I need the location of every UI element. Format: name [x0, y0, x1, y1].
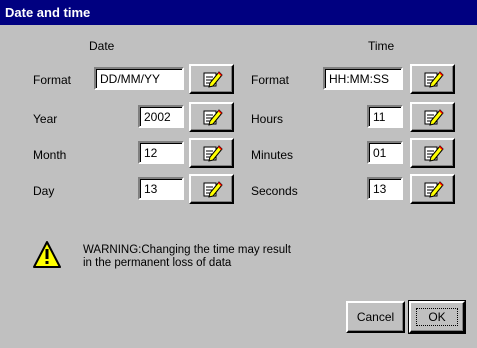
time-minutes-edit-button[interactable] [410, 138, 455, 168]
warning-message: WARNING:Changing the time may result in … [83, 244, 291, 270]
date-format-label: Format [33, 73, 72, 87]
window-title: Date and time [0, 0, 477, 25]
warning-triangle-icon [33, 241, 61, 268]
edit-pencil-icon [203, 109, 223, 126]
date-month-field[interactable]: 12 [138, 141, 184, 164]
date-day-label: Day [33, 184, 55, 198]
edit-pencil-icon [203, 145, 223, 162]
date-year-edit-button[interactable] [189, 102, 234, 132]
time-minutes-field[interactable]: 01 [367, 141, 403, 164]
time-hours-edit-button[interactable] [410, 102, 455, 132]
cancel-button[interactable]: Cancel [346, 301, 405, 333]
time-format-field[interactable]: HH:MM:SS [323, 67, 403, 90]
warning-line-2: in the permanent loss of data [83, 257, 232, 269]
date-format-edit-button[interactable] [189, 64, 234, 94]
ok-button-label: OK [428, 310, 446, 324]
edit-pencil-icon [424, 181, 444, 198]
edit-pencil-icon [203, 181, 223, 198]
date-day-field[interactable]: 13 [138, 177, 184, 200]
time-seconds-field[interactable]: 13 [367, 177, 403, 200]
ok-button[interactable]: OK [408, 300, 466, 334]
time-heading: Time [368, 39, 395, 53]
time-minutes-label: Minutes [251, 148, 294, 162]
date-day-edit-button[interactable] [189, 174, 234, 204]
date-month-edit-button[interactable] [189, 138, 234, 168]
time-hours-field[interactable]: 11 [367, 105, 403, 128]
edit-pencil-icon [424, 71, 444, 88]
edit-pencil-icon [203, 71, 223, 88]
time-hours-label: Hours [251, 112, 284, 126]
warning-line-1: WARNING:Changing the time may result [83, 244, 291, 256]
date-heading: Date [89, 39, 115, 53]
edit-pencil-icon [424, 109, 444, 126]
time-seconds-edit-button[interactable] [410, 174, 455, 204]
dialog-body: Date Time Format DD/MM/YY Year 2002 Mont… [0, 25, 477, 348]
date-format-field[interactable]: DD/MM/YY [94, 67, 184, 90]
date-year-label: Year [33, 112, 58, 126]
time-format-label: Format [251, 73, 290, 87]
time-seconds-label: Seconds [251, 184, 298, 198]
date-year-field[interactable]: 2002 [138, 105, 184, 128]
time-format-edit-button[interactable] [410, 64, 455, 94]
edit-pencil-icon [424, 145, 444, 162]
date-month-label: Month [33, 148, 67, 162]
